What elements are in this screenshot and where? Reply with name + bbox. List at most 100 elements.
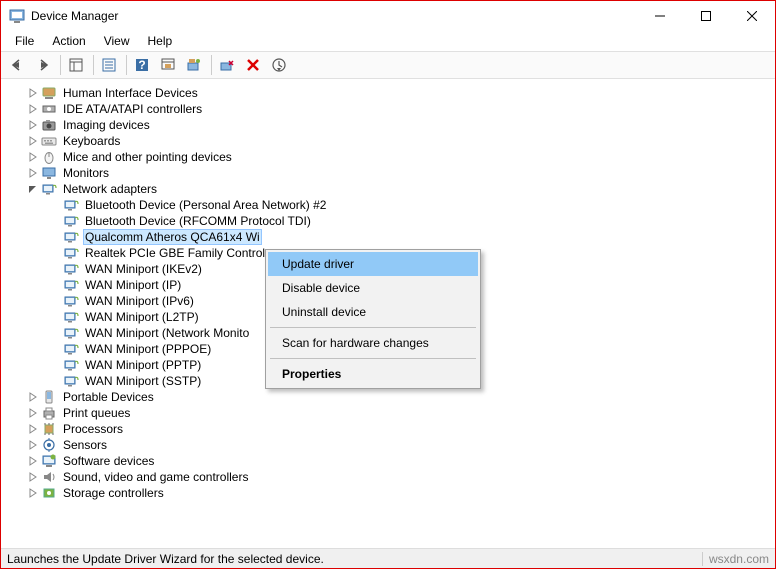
- window-title: Device Manager: [31, 9, 637, 23]
- category-sound-video-and-game-controllers[interactable]: Sound, video and game controllers: [9, 469, 775, 485]
- toolbar-separator: [60, 55, 61, 75]
- menu-update-driver[interactable]: Update driver: [268, 252, 478, 276]
- minimize-button[interactable]: [637, 1, 683, 31]
- expand-icon[interactable]: [25, 472, 41, 482]
- hid-icon: [41, 85, 57, 101]
- menu-view[interactable]: View: [96, 32, 138, 50]
- expand-icon[interactable]: [25, 392, 41, 402]
- ide-icon: [41, 101, 57, 117]
- toolbar: ?: [1, 51, 775, 79]
- expand-icon[interactable]: [25, 88, 41, 98]
- menubar: File Action View Help: [1, 31, 775, 51]
- printer-icon: [41, 405, 57, 421]
- toolbar-separator: [126, 55, 127, 75]
- category-storage-controllers[interactable]: Storage controllers: [9, 485, 775, 501]
- category-label: Mice and other pointing devices: [61, 150, 234, 164]
- category-ide-ata-atapi-controllers[interactable]: IDE ATA/ATAPI controllers: [9, 101, 775, 117]
- menu-properties[interactable]: Properties: [268, 362, 478, 386]
- category-label: Storage controllers: [61, 486, 166, 500]
- category-monitors[interactable]: Monitors: [9, 165, 775, 181]
- expand-icon[interactable]: [25, 136, 41, 146]
- expand-icon[interactable]: [25, 408, 41, 418]
- expand-icon[interactable]: [25, 424, 41, 434]
- expand-icon[interactable]: [25, 440, 41, 450]
- category-software-devices[interactable]: Software devices: [9, 453, 775, 469]
- disable-device-toolbar-button[interactable]: [215, 53, 239, 77]
- device-label: Bluetooth Device (Personal Area Network)…: [83, 198, 328, 212]
- toolbar-separator: [93, 55, 94, 75]
- uninstall-device-toolbar-button[interactable]: [241, 53, 265, 77]
- status-right: wsxdn.com: [702, 552, 769, 566]
- keyboard-icon: [41, 133, 57, 149]
- network-icon: [63, 309, 79, 325]
- menu-separator: [270, 327, 476, 328]
- category-label: Sound, video and game controllers: [61, 470, 250, 484]
- category-label: IDE ATA/ATAPI controllers: [61, 102, 204, 116]
- forward-button[interactable]: [31, 53, 55, 77]
- network-icon: [63, 341, 79, 357]
- expand-icon[interactable]: [25, 120, 41, 130]
- network-icon: [63, 293, 79, 309]
- properties-button[interactable]: [97, 53, 121, 77]
- category-sensors[interactable]: Sensors: [9, 437, 775, 453]
- category-label: Human Interface Devices: [61, 86, 200, 100]
- category-mice-and-other-pointing-devices[interactable]: Mice and other pointing devices: [9, 149, 775, 165]
- close-button[interactable]: [729, 1, 775, 31]
- software-icon: [41, 453, 57, 469]
- device-label: WAN Miniport (IP): [83, 278, 183, 292]
- sound-icon: [41, 469, 57, 485]
- collapse-icon[interactable]: [25, 184, 41, 194]
- network-icon: [63, 245, 79, 261]
- category-portable-devices[interactable]: Portable Devices: [9, 389, 775, 405]
- category-label: Portable Devices: [61, 390, 156, 404]
- category-label: Processors: [61, 422, 125, 436]
- menu-action[interactable]: Action: [44, 32, 93, 50]
- scan-hardware-button[interactable]: [156, 53, 180, 77]
- menu-disable-device[interactable]: Disable device: [268, 276, 478, 300]
- category-processors[interactable]: Processors: [9, 421, 775, 437]
- status-text: Launches the Update Driver Wizard for th…: [7, 552, 324, 566]
- device-label: Realtek PCIe GBE Family Control: [83, 246, 267, 260]
- network-icon: [41, 181, 57, 197]
- menu-help[interactable]: Help: [140, 32, 181, 50]
- network-icon: [63, 325, 79, 341]
- category-imaging-devices[interactable]: Imaging devices: [9, 117, 775, 133]
- mouse-icon: [41, 149, 57, 165]
- menu-uninstall-device[interactable]: Uninstall device: [268, 300, 478, 324]
- menu-separator: [270, 358, 476, 359]
- category-keyboards[interactable]: Keyboards: [9, 133, 775, 149]
- maximize-button[interactable]: [683, 1, 729, 31]
- context-menu: Update driverDisable deviceUninstall dev…: [265, 249, 481, 389]
- scan-for-changes-toolbar-button[interactable]: [267, 53, 291, 77]
- device-label: WAN Miniport (IKEv2): [83, 262, 204, 276]
- update-driver-toolbar-button[interactable]: [182, 53, 206, 77]
- network-icon: [63, 277, 79, 293]
- app-icon: [9, 8, 25, 24]
- category-network-adapters[interactable]: Network adapters: [9, 181, 775, 197]
- back-button[interactable]: [5, 53, 29, 77]
- device-label: WAN Miniport (PPPOE): [83, 342, 213, 356]
- imaging-icon: [41, 117, 57, 133]
- device-item[interactable]: Bluetooth Device (RFCOMM Protocol TDI): [9, 213, 775, 229]
- expand-icon[interactable]: [25, 168, 41, 178]
- menu-scan-for-hardware-changes[interactable]: Scan for hardware changes: [268, 331, 478, 355]
- menu-file[interactable]: File: [7, 32, 42, 50]
- expand-icon[interactable]: [25, 456, 41, 466]
- category-print-queues[interactable]: Print queues: [9, 405, 775, 421]
- expand-icon[interactable]: [25, 104, 41, 114]
- cpu-icon: [41, 421, 57, 437]
- device-item[interactable]: Qualcomm Atheros QCA61x4 Wi: [9, 229, 775, 245]
- device-item[interactable]: Bluetooth Device (Personal Area Network)…: [9, 197, 775, 213]
- network-icon: [63, 213, 79, 229]
- svg-text:?: ?: [138, 58, 145, 72]
- show-hide-console-tree-button[interactable]: [64, 53, 88, 77]
- category-human-interface-devices[interactable]: Human Interface Devices: [9, 85, 775, 101]
- sensor-icon: [41, 437, 57, 453]
- portable-icon: [41, 389, 57, 405]
- category-label: Imaging devices: [61, 118, 152, 132]
- help-button[interactable]: ?: [130, 53, 154, 77]
- toolbar-separator: [211, 55, 212, 75]
- expand-icon[interactable]: [25, 488, 41, 498]
- device-label: WAN Miniport (IPv6): [83, 294, 196, 308]
- expand-icon[interactable]: [25, 152, 41, 162]
